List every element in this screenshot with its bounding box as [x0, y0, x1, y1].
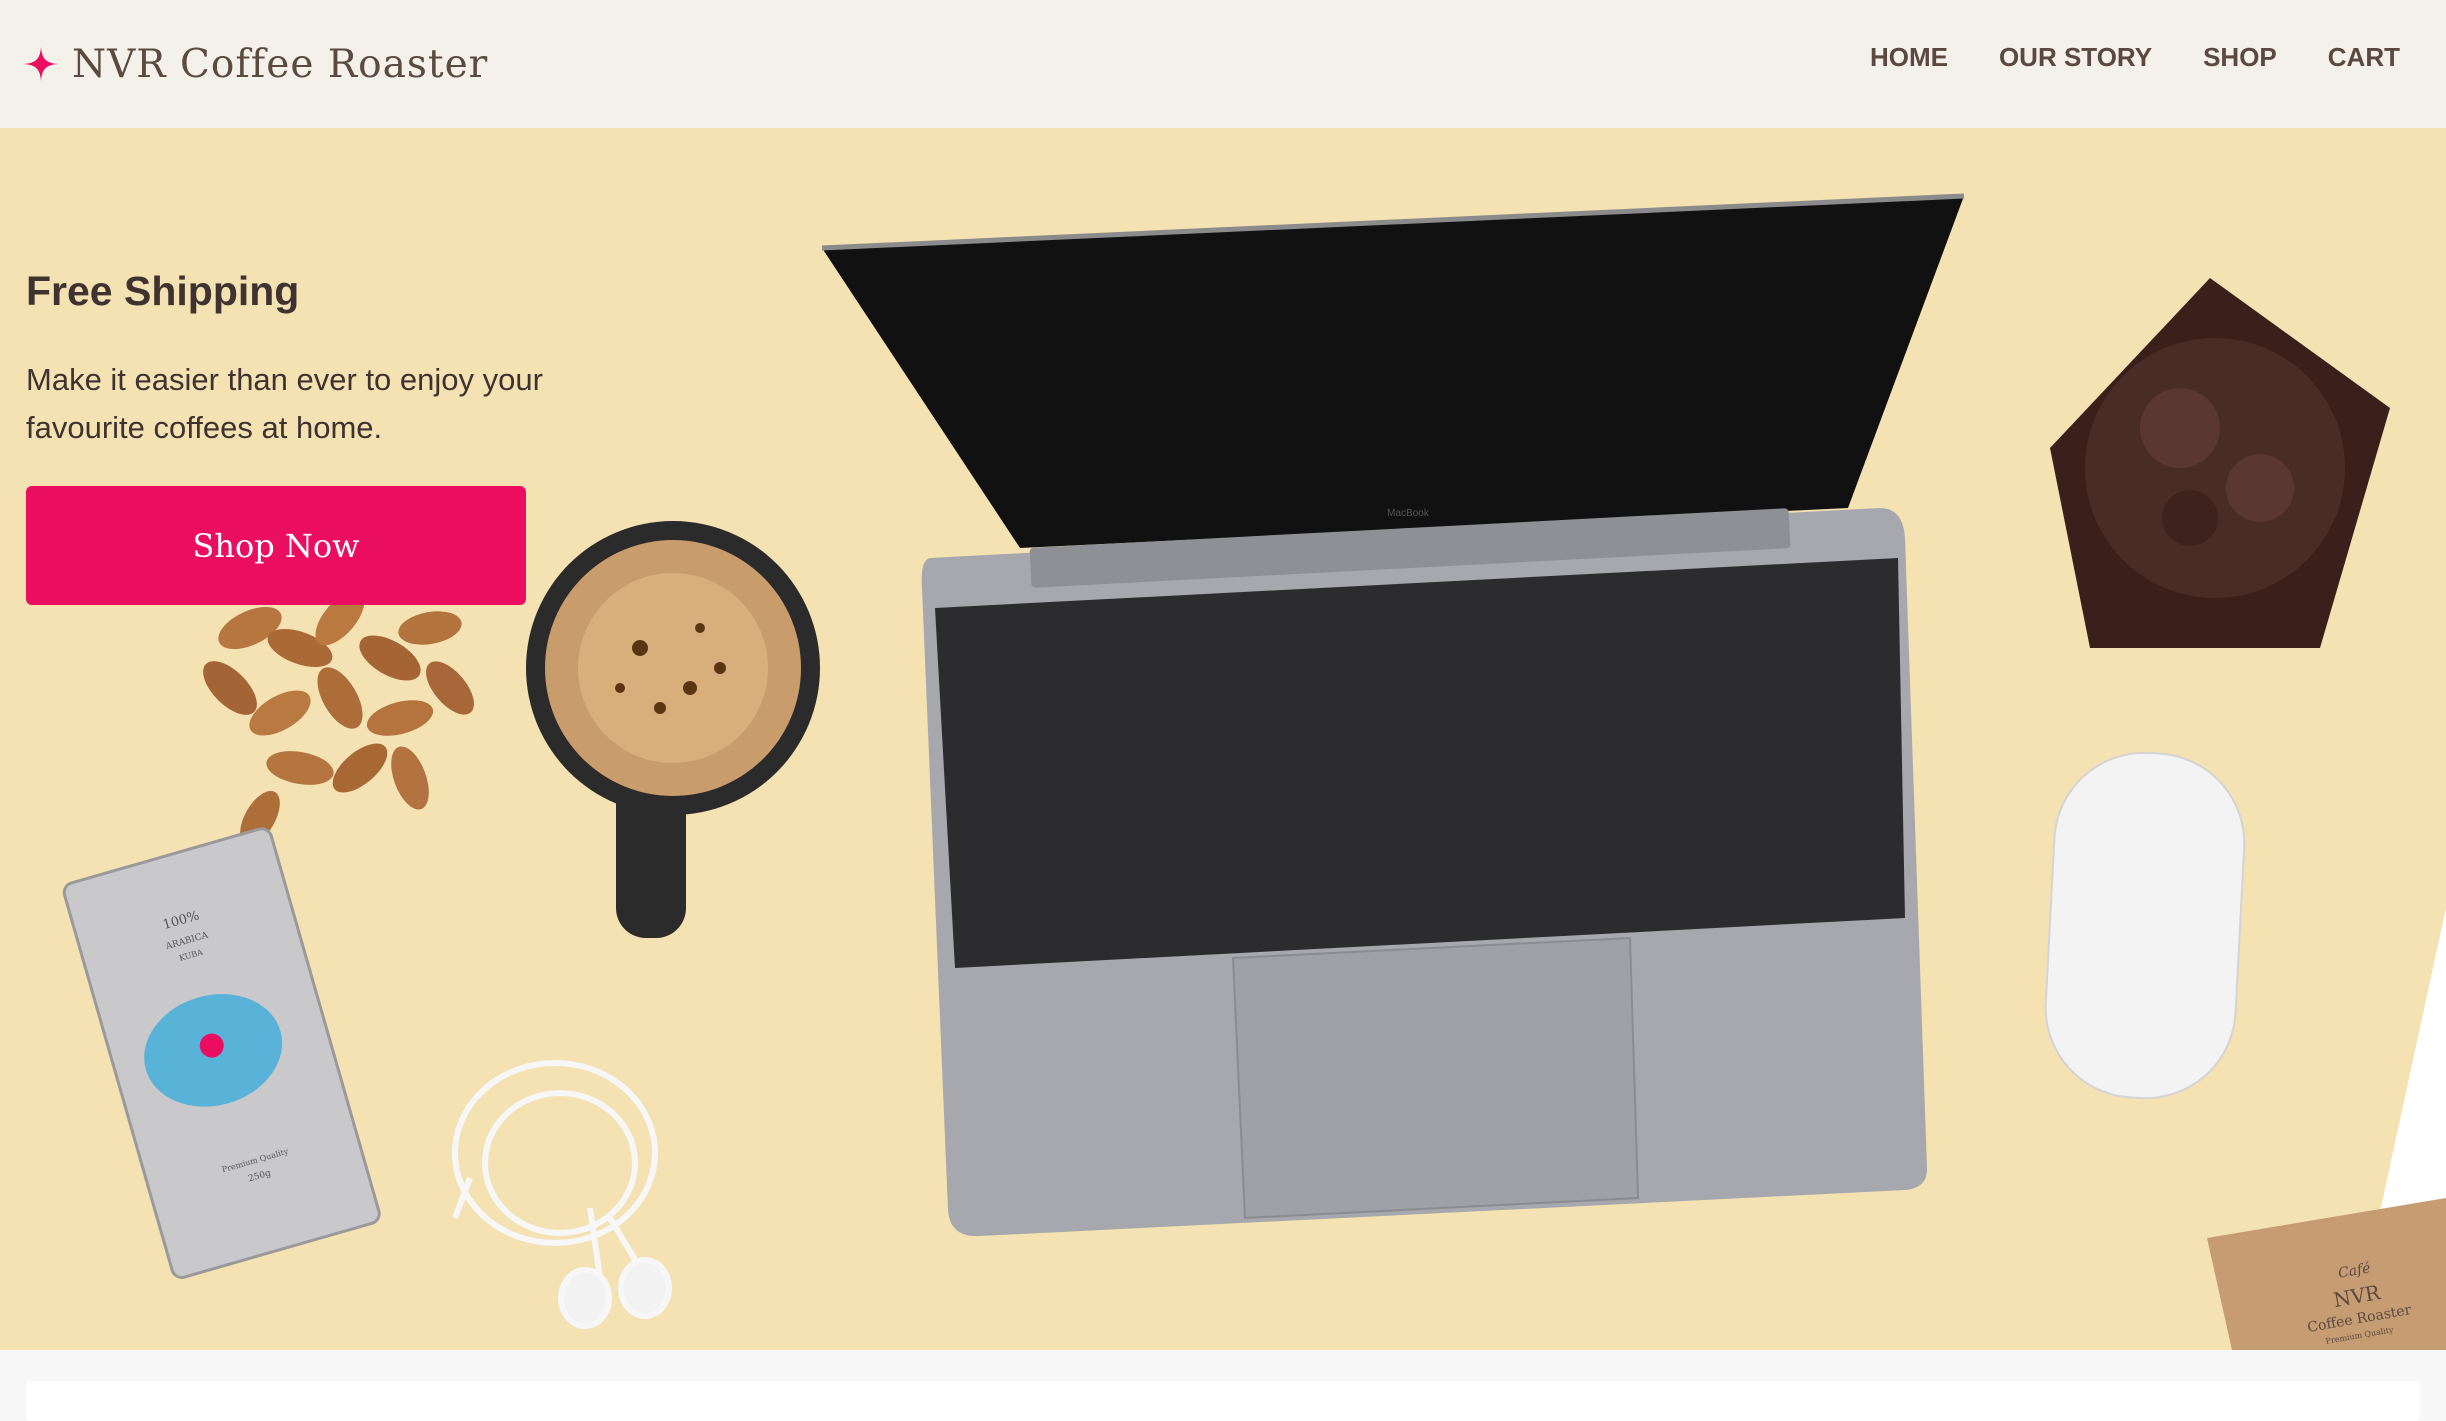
shop-now-button[interactable]: Shop Now [26, 486, 526, 605]
sparkle-star-icon [24, 47, 58, 81]
main-nav: HOME OUR STORY SHOP CART [1870, 42, 2400, 73]
business-card-image: Café NVR Coffee Roaster Premium Quality [2207, 1198, 2446, 1350]
site-header: NVR Coffee Roaster HOME OUR STORY SHOP C… [0, 0, 2446, 128]
nav-home[interactable]: HOME [1870, 42, 1948, 73]
brand-logo[interactable]: NVR Coffee Roaster [24, 36, 488, 92]
brand-name: NVR Coffee Roaster [72, 41, 489, 87]
muffin-image [2050, 278, 2390, 648]
mouse-image [2044, 751, 2246, 1100]
laptop-image: MacBook [821, 193, 1965, 1237]
earphones-image [452, 1060, 672, 1329]
svg-text:MacBook: MacBook [1387, 508, 1430, 519]
hero-description: Make it easier than ever to enjoy your f… [26, 362, 543, 445]
nav-cart[interactable]: CART [2328, 42, 2400, 73]
hero-photo: 100% ARABICA KUBA Premium Quality 250g M… [62, 193, 2446, 1350]
coffee-bag-image: 100% ARABICA KUBA Premium Quality 250g [62, 827, 381, 1279]
content-card [26, 1381, 2420, 1421]
nav-our-story[interactable]: OUR STORY [1999, 42, 2152, 73]
hero-title: Free Shipping [26, 268, 300, 314]
almonds-image [203, 590, 474, 846]
nav-shop[interactable]: SHOP [2203, 42, 2277, 73]
hero-banner: 100% ARABICA KUBA Premium Quality 250g M… [0, 128, 2446, 1350]
coffee-cup-image [526, 521, 820, 938]
